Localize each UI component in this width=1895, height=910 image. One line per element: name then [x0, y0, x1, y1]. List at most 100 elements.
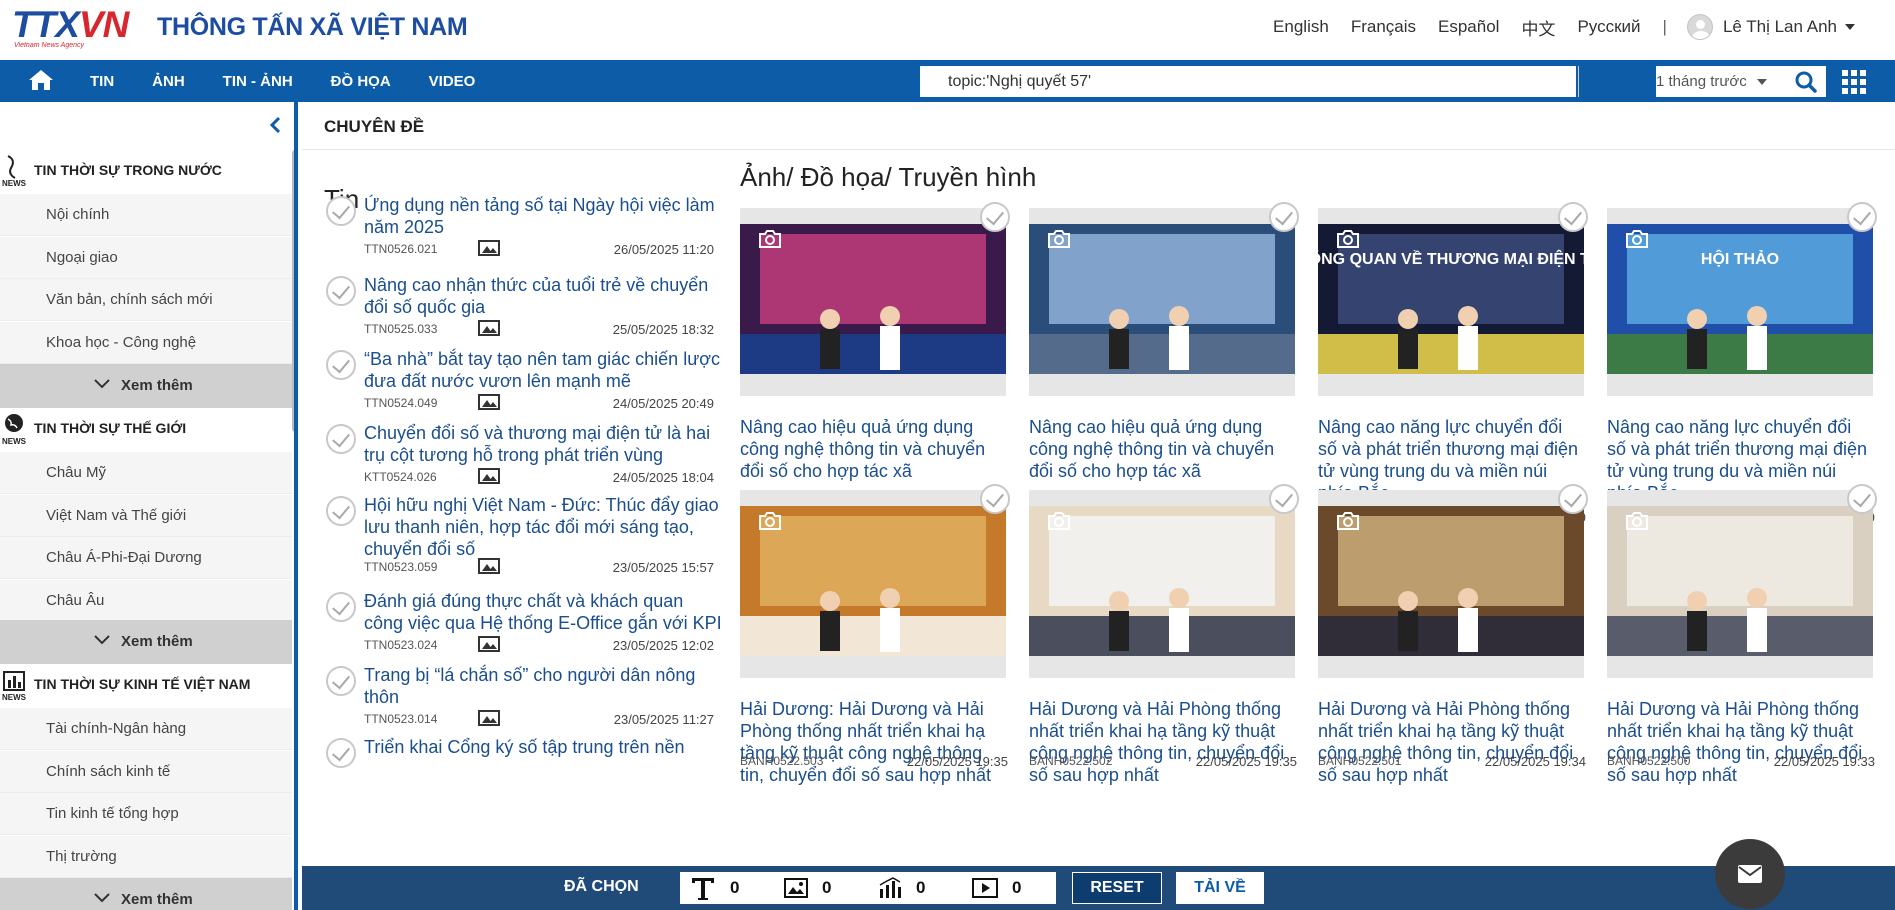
home-icon[interactable] — [28, 68, 54, 92]
search-box — [920, 66, 1579, 97]
select-checkbox[interactable] — [326, 196, 356, 226]
media-title[interactable]: Hải Dương và Hải Phòng thống nhất triển … — [1029, 698, 1295, 786]
image-attached-icon — [478, 468, 500, 484]
time-filter-select[interactable]: 1 tháng trước — [1656, 66, 1786, 97]
camera-icon — [1048, 512, 1070, 530]
lang-separator: | — [1662, 17, 1667, 36]
news-column: Tin Ứng dụng nền tảng số tại Ngày hội vi… — [302, 150, 722, 910]
main-title-bar: CHUYÊN ĐỀ — [302, 102, 1895, 150]
news-meta: TTN0523.059 23/05/2025 15:57 — [364, 558, 722, 576]
camera-icon — [1626, 512, 1648, 530]
news-title[interactable]: Ứng dụng nền tảng số tại Ngày hội việc l… — [364, 194, 722, 238]
select-checkbox[interactable] — [326, 496, 356, 526]
camera-icon — [1337, 512, 1359, 530]
chart-type-icon — [879, 877, 901, 898]
select-checkbox[interactable] — [1558, 484, 1588, 514]
reset-button[interactable]: RESET — [1072, 872, 1162, 904]
select-checkbox[interactable] — [1269, 484, 1299, 514]
sidebar-category-domestic[interactable]: NEWS TIN THỜI SỰ TRONG NƯỚC — [0, 150, 292, 194]
video-type-icon — [972, 878, 998, 898]
graphic-counter: 0 — [868, 872, 962, 904]
nav-tin[interactable]: TIN — [90, 73, 114, 90]
select-checkbox[interactable] — [980, 202, 1010, 232]
lang-english[interactable]: English — [1273, 17, 1329, 37]
news-date: 23/05/2025 12:02 — [612, 638, 714, 653]
news-title[interactable]: Chuyển đổi số và thương mại điện tử là h… — [364, 422, 722, 466]
media-title[interactable]: Nâng cao hiệu quả ứng dụng công nghệ thô… — [740, 416, 1006, 482]
sidebar-more-button[interactable]: Xem thêm — [0, 620, 292, 664]
sidebar-item[interactable]: Khoa học - Công nghệ — [0, 322, 292, 364]
mail-icon — [1738, 865, 1762, 883]
news-title[interactable]: Trang bị “lá chắn số” cho người dân nông… — [364, 664, 722, 708]
sidebar-item[interactable]: Châu Mỹ — [0, 452, 292, 494]
news-title[interactable]: Nâng cao nhận thức của tuổi trẻ về chuyể… — [364, 274, 722, 318]
sidebar-item[interactable]: Nội chính — [0, 194, 292, 236]
news-code: KTT0524.026 — [364, 470, 437, 484]
sidebar-item[interactable]: Châu Á-Phi-Đại Dương — [0, 537, 292, 579]
sidebar-scrollbar[interactable] — [292, 150, 294, 432]
chevron-down-icon — [94, 635, 110, 645]
nav-tin-anh[interactable]: TIN - ẢNH — [223, 73, 293, 90]
sidebar-item[interactable]: Ngoại giao — [0, 237, 292, 279]
time-filter-value: 1 tháng trước — [1656, 73, 1747, 90]
sidebar-item[interactable]: Việt Nam và Thế giới — [0, 495, 292, 537]
sidebar-item[interactable]: Tin kinh tế tổng hợp — [0, 793, 292, 835]
select-checkbox[interactable] — [326, 424, 356, 454]
news-title[interactable]: Đánh giá đúng thực chất và khách quan cô… — [364, 590, 722, 634]
sidebar-item[interactable]: Thị trường — [0, 836, 292, 878]
lang-chinese[interactable]: 中文 — [1521, 15, 1555, 40]
lang-spanish[interactable]: Español — [1438, 17, 1499, 37]
sidebar-category-world[interactable]: NEWS TIN THỜI SỰ THẾ GIỚI — [0, 408, 292, 452]
user-menu[interactable]: Lê Thị Lan Anh — [1686, 14, 1855, 40]
media-image-frame: TỔNG QUAN VỀ THƯƠNG MẠI ĐIỆN TỬ — [1318, 208, 1584, 396]
text-type-icon — [692, 878, 714, 900]
sidebar-item[interactable]: Tài chính-Ngân hàng — [0, 708, 292, 750]
select-checkbox[interactable] — [326, 350, 356, 380]
sidebar-item[interactable]: Châu Âu — [0, 580, 292, 622]
sidebar-more-button[interactable]: Xem thêm — [0, 878, 292, 910]
select-checkbox[interactable] — [1847, 202, 1877, 232]
nav-anh[interactable]: ẢNH — [152, 73, 185, 90]
sidebar: NEWS TIN THỜI SỰ TRONG NƯỚC Nội chính Ng… — [0, 102, 298, 910]
sidebar-item[interactable]: Chính sách kinh tế — [0, 751, 292, 793]
news-title[interactable]: Triển khai Cổng ký số tập trung trên nền — [364, 736, 722, 758]
news-code: TTN0525.033 — [364, 322, 438, 336]
lang-french[interactable]: Français — [1351, 17, 1416, 37]
sidebar-more-button[interactable]: Xem thêm — [0, 364, 292, 408]
news-economy-icon: NEWS — [2, 671, 27, 702]
news-date: 24/05/2025 18:04 — [612, 470, 714, 485]
media-title[interactable]: Hải Dương và Hải Phòng thống nhất triển … — [1318, 698, 1584, 786]
news-title[interactable]: Hội hữu nghị Việt Nam - Đức: Thúc đẩy gi… — [364, 494, 722, 560]
selection-bar: ĐÃ CHỌN 0 0 0 0 RESET TẢI VỀ — [302, 866, 1895, 910]
media-title[interactable]: Nâng cao hiệu quả ứng dụng công nghệ thô… — [1029, 416, 1295, 482]
media-date: 22/05/2025 19:35 — [906, 754, 1008, 769]
media-title[interactable]: Hải Dương và Hải Phòng thống nhất triển … — [1607, 698, 1873, 786]
news-title[interactable]: “Ba nhà” bắt tay tạo nên tam giác chiến … — [364, 348, 722, 392]
news-meta: TTN0526.021 26/05/2025 11:20 — [364, 240, 722, 258]
search-button[interactable] — [1786, 66, 1826, 97]
apps-grid-icon[interactable] — [1842, 70, 1866, 94]
select-checkbox[interactable] — [1558, 202, 1588, 232]
sidebar-category-economy[interactable]: NEWS TIN THỜI SỰ KINH TẾ VIỆT NAM — [0, 664, 292, 708]
ttxvn-logo[interactable]: TTXVN Vietnam News Agency — [12, 6, 129, 49]
sidebar-item[interactable]: Văn bản, chính sách mới — [0, 279, 292, 321]
lang-russian[interactable]: Русский — [1577, 17, 1640, 37]
image-attached-icon — [478, 558, 500, 574]
nav-do-hoa[interactable]: ĐỒ HỌA — [331, 73, 391, 90]
news-domestic-icon: NEWS — [2, 155, 27, 188]
select-checkbox[interactable] — [1269, 202, 1299, 232]
download-button[interactable]: TẢI VỀ — [1176, 872, 1264, 904]
select-checkbox[interactable] — [1847, 484, 1877, 514]
media-title[interactable]: Hải Dương: Hải Dương và Hải Phòng thống … — [740, 698, 1006, 786]
select-checkbox[interactable] — [326, 738, 356, 768]
media-image-frame — [1029, 490, 1295, 678]
media-date: 22/05/2025 19:33 — [1773, 754, 1875, 769]
nav-video[interactable]: VIDEO — [429, 73, 476, 90]
select-checkbox[interactable] — [326, 592, 356, 622]
collapse-sidebar-icon[interactable] — [268, 116, 282, 134]
select-checkbox[interactable] — [326, 666, 356, 696]
select-checkbox[interactable] — [326, 276, 356, 306]
select-checkbox[interactable] — [980, 484, 1010, 514]
message-button[interactable] — [1715, 839, 1785, 909]
search-input[interactable] — [920, 66, 1578, 97]
